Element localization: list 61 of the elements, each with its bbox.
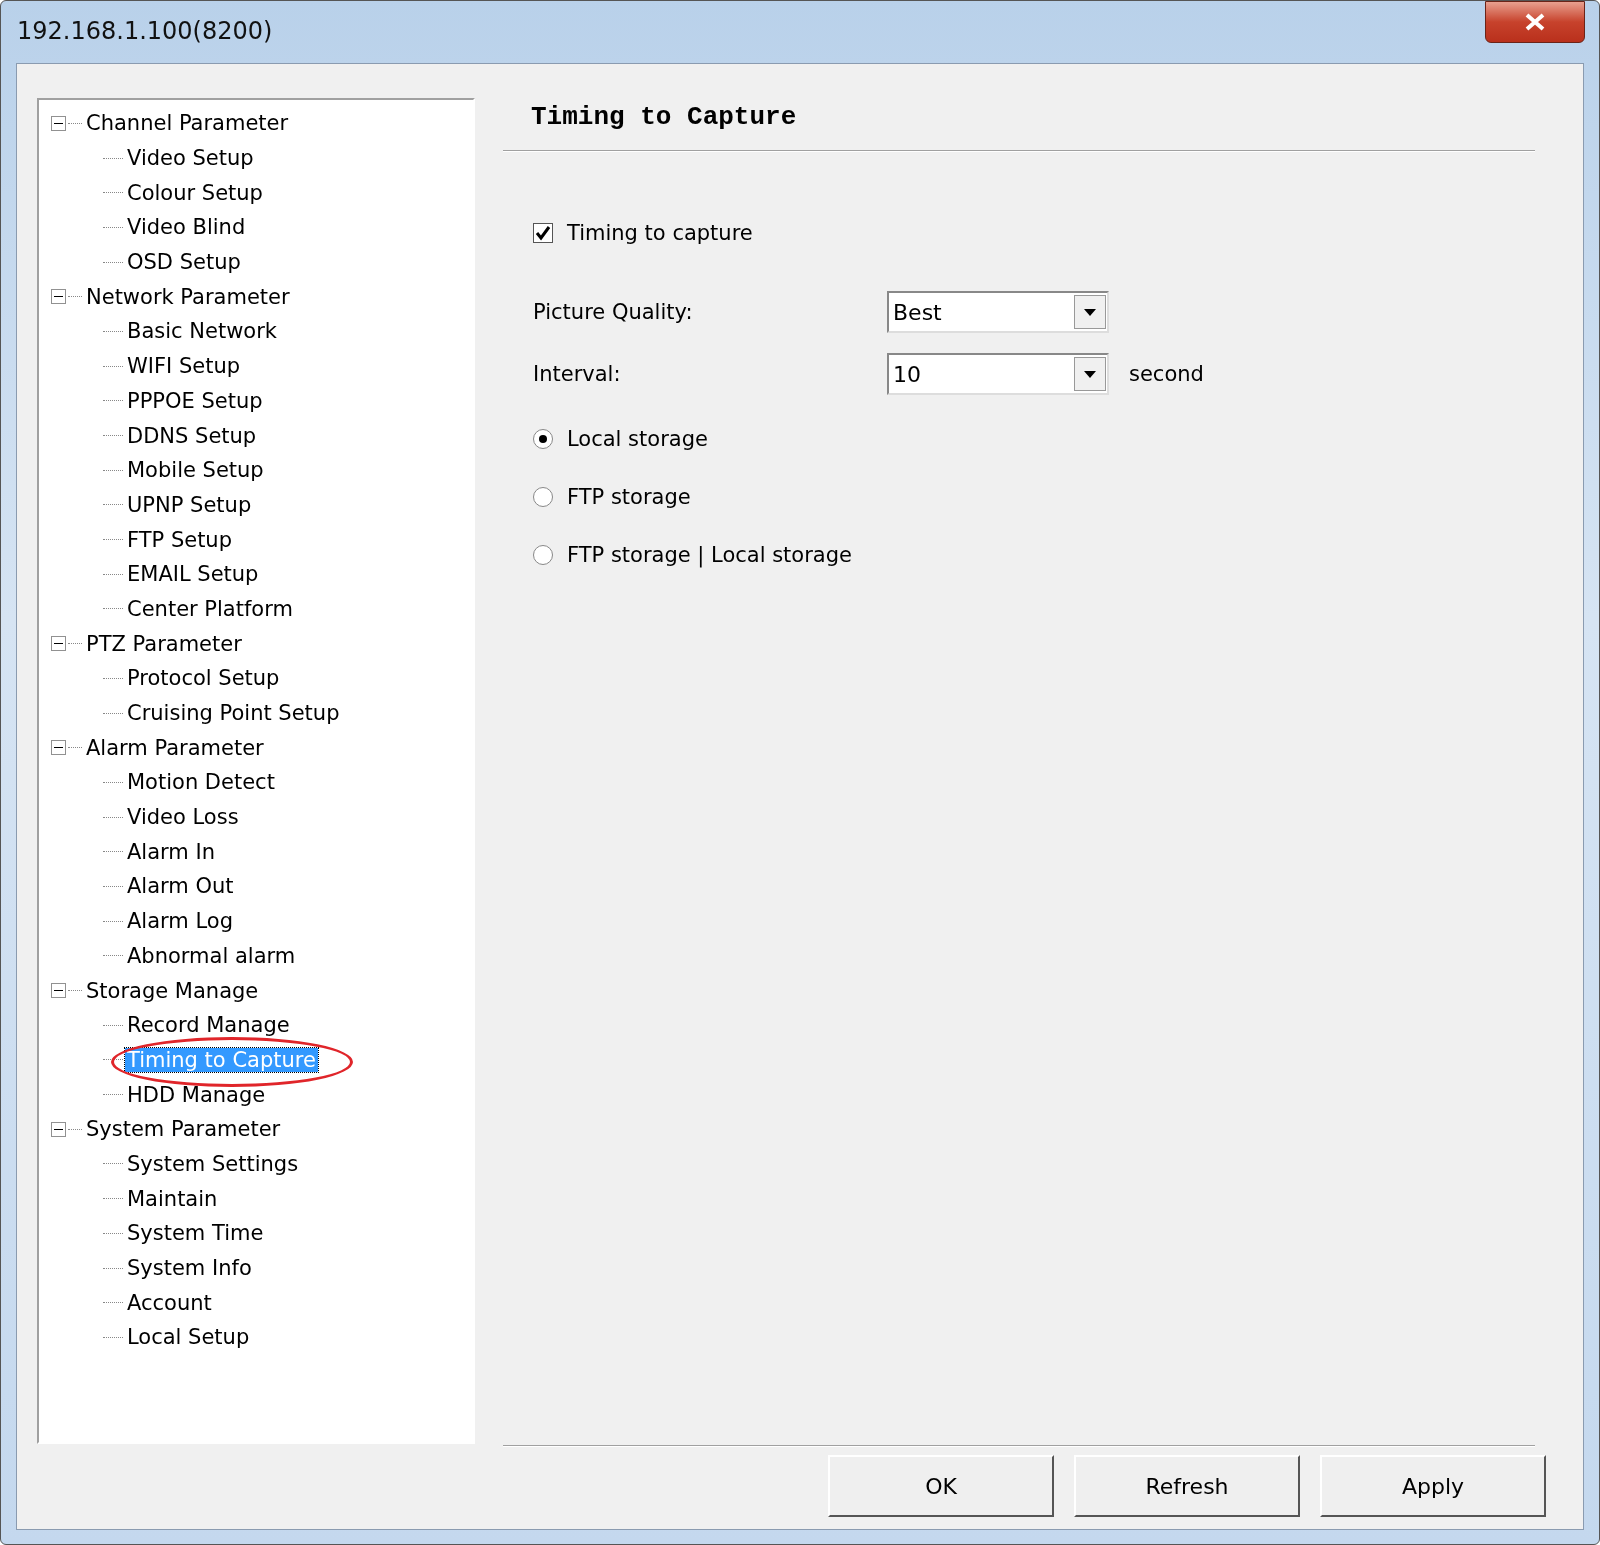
radio-button[interactable] (533, 545, 553, 565)
quality-dropdown[interactable]: Best (887, 291, 1109, 333)
tree-item[interactable]: Basic Network (125, 319, 279, 344)
tree-item[interactable]: EMAIL Setup (125, 562, 261, 587)
field-label: Picture Quality: (533, 300, 694, 324)
checkbox[interactable] (533, 223, 553, 243)
radio-label: FTP storage (567, 485, 691, 509)
collapse-icon[interactable] (51, 1121, 66, 1137)
tree-item[interactable]: System Time (125, 1221, 266, 1246)
collapse-icon[interactable] (51, 289, 66, 305)
tree-item[interactable]: OSD Setup (125, 250, 243, 275)
tree-item[interactable]: Cruising Point Setup (125, 701, 342, 726)
field-label: Interval: (533, 362, 622, 386)
tree-item[interactable]: Video Blind (125, 215, 248, 240)
dialog-button[interactable]: OK (828, 1455, 1054, 1517)
close-icon (1524, 12, 1546, 32)
tree-item[interactable]: Abnormal alarm (125, 943, 298, 968)
tree-item[interactable]: PTZ Parameter (84, 631, 244, 656)
panel-heading: Timing to Capture (530, 101, 798, 134)
tree-item[interactable]: Account (125, 1290, 214, 1315)
tree-item[interactable]: WIFI Setup (125, 354, 243, 379)
tree-item[interactable]: Alarm Log (125, 909, 235, 934)
tree-item[interactable]: Alarm Parameter (84, 735, 266, 760)
dialog-button[interactable]: Refresh (1074, 1455, 1300, 1517)
radio-button[interactable] (533, 487, 553, 507)
collapse-icon[interactable] (51, 983, 66, 999)
radio-label: Local storage (567, 427, 708, 451)
tree-item[interactable]: Motion Detect (125, 770, 277, 795)
tree-item[interactable]: Alarm In (125, 839, 217, 864)
tree-item[interactable]: Mobile Setup (125, 458, 266, 483)
tree-item[interactable]: Alarm Out (125, 874, 236, 899)
tree-item[interactable]: Local Setup (125, 1325, 252, 1350)
tree-item[interactable]: System Settings (125, 1151, 301, 1176)
checkbox-label: Timing to capture (567, 221, 753, 245)
tree-item[interactable]: Network Parameter (84, 284, 292, 309)
tree-item[interactable]: Center Platform (125, 596, 295, 621)
tree-item[interactable]: System Parameter (84, 1117, 283, 1142)
tree-item[interactable]: Channel Parameter (84, 111, 291, 136)
dialog-button[interactable]: Apply (1320, 1455, 1546, 1517)
tree-item[interactable]: DDNS Setup (125, 423, 259, 448)
collapse-icon[interactable] (51, 740, 66, 756)
window-title: 192.168.1.100(8200) (17, 17, 273, 45)
tree-item[interactable]: UPNP Setup (125, 492, 254, 517)
tree-item[interactable]: HDD Manage (125, 1082, 268, 1107)
radio-label: FTP storage | Local storage (567, 543, 852, 567)
tree-item[interactable]: Colour Setup (125, 180, 265, 205)
interval-dropdown[interactable]: 10 (887, 353, 1109, 395)
tree-item[interactable]: Maintain (125, 1186, 220, 1211)
collapse-icon[interactable] (51, 636, 66, 652)
tree-item[interactable]: System Info (125, 1256, 254, 1281)
radio-button[interactable] (533, 429, 553, 449)
tree-item[interactable]: Storage Manage (84, 978, 261, 1003)
tree-item[interactable]: Video Setup (125, 146, 256, 171)
close-button[interactable] (1485, 1, 1585, 43)
tree-item[interactable]: Video Loss (125, 805, 241, 830)
tree-item[interactable]: PPPOE Setup (125, 388, 265, 413)
tree-item[interactable]: FTP Setup (125, 527, 234, 552)
tree-item[interactable]: Record Manage (125, 1013, 292, 1038)
tree-item[interactable]: Protocol Setup (125, 666, 282, 691)
collapse-icon[interactable] (51, 115, 66, 131)
unit-label: second (1129, 362, 1204, 386)
